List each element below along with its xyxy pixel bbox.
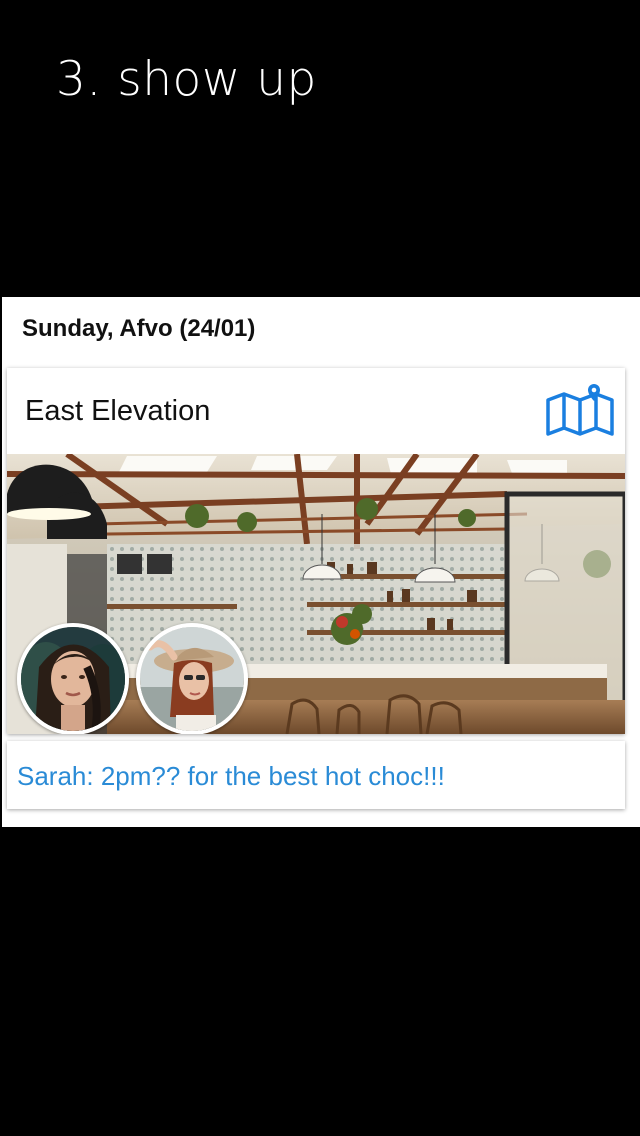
message-bar[interactable]: Sarah: 2pm?? for the best hot choc!!! [7, 741, 625, 809]
avatar[interactable] [136, 623, 248, 734]
event-panel: Sunday, Afvo (24/01) East Elevation Sara… [2, 297, 640, 827]
step-title: 3. show up [56, 52, 317, 107]
date-heading: Sunday, Afvo (24/01) [22, 315, 256, 342]
map-pin-icon[interactable] [544, 378, 616, 442]
avatar[interactable] [17, 623, 129, 734]
message-text: Sarah: 2pm?? for the best hot choc!!! [17, 761, 445, 791]
venue-card[interactable]: East Elevation [7, 368, 625, 734]
venue-name: East Elevation [25, 395, 211, 427]
